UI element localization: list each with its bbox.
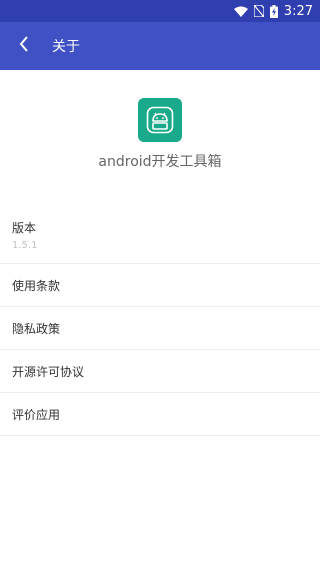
list-item-terms[interactable]: 使用条款 — [0, 264, 320, 307]
no-sim-icon — [253, 5, 264, 17]
wifi-icon — [233, 6, 248, 17]
privacy-label: 隐私政策 — [12, 321, 61, 336]
list-item-privacy[interactable]: 隐私政策 — [0, 307, 320, 350]
back-button[interactable] — [0, 22, 48, 70]
list-item-version: 版本 1.5.1 — [0, 207, 320, 264]
license-label: 开源许可协议 — [12, 364, 85, 379]
rate-label: 评价应用 — [12, 407, 61, 422]
list-item-rate-app[interactable]: 评价应用 — [0, 393, 320, 436]
status-time: 3:27 — [283, 3, 313, 19]
app-header: android开发工具箱 — [0, 70, 320, 178]
page-title: 关于 — [52, 39, 80, 55]
app-name: android开发工具箱 — [98, 154, 222, 170]
list-item-open-source-license[interactable]: 开源许可协议 — [0, 350, 320, 393]
version-label: 版本 — [12, 221, 37, 235]
battery-charging-icon — [269, 4, 278, 18]
about-list: 版本 1.5.1 使用条款 隐私政策 开源许可协议 评价应用 — [0, 207, 320, 436]
back-arrow-icon — [19, 36, 29, 56]
status-bar: 3:27 — [0, 0, 320, 22]
version-value: 1.5.1 — [12, 240, 38, 251]
terms-label: 使用条款 — [12, 278, 61, 293]
status-icons: 3:27 — [233, 3, 313, 19]
android-toolbox-icon — [138, 98, 182, 142]
app-bar: 关于 — [0, 22, 320, 70]
